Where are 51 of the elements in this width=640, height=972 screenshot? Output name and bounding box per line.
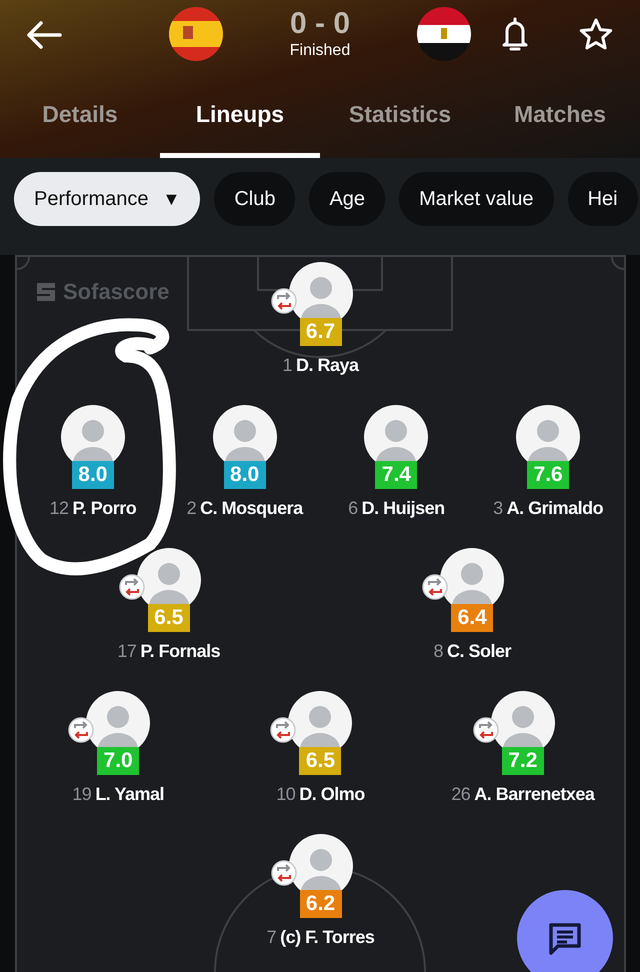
player-name: P. Porro (72, 497, 136, 519)
rating-badge: 8.0 (72, 461, 114, 489)
filter-chip[interactable]: Club (214, 172, 296, 226)
player-name: C. Soler (446, 640, 512, 662)
shirt-number: 17 (117, 640, 136, 662)
rating-badge: 7.2 (502, 747, 544, 775)
back-arrow-icon[interactable] (26, 20, 62, 50)
shirt-number: 19 (72, 783, 92, 805)
bell-icon[interactable] (501, 16, 529, 52)
shirt-number: 6 (348, 497, 358, 519)
filter-chip[interactable]: Performance ▼ (14, 172, 200, 226)
player-name: L. Yamal (95, 783, 164, 805)
rating-badge: 8.0 (224, 461, 266, 489)
match-status: Finished (290, 42, 350, 60)
shirt-number: 2 (186, 497, 196, 519)
rating-badge: 6.5 (299, 747, 342, 775)
player-name: D. Olmo (299, 783, 365, 805)
filter-chip[interactable]: Age (309, 172, 386, 226)
shirt-number: 12 (50, 497, 69, 519)
player-name: P. Fornals (140, 640, 220, 662)
rating-badge: 6.5 (148, 604, 190, 632)
tab[interactable]: Statistics (320, 70, 480, 158)
shirt-number: 1 (282, 354, 292, 376)
filter-chip[interactable]: Hei (568, 172, 638, 226)
shirt-number: 3 (493, 497, 503, 519)
shirt-number: 7 (266, 926, 276, 948)
player-name: A. Barrenetxea (474, 783, 594, 805)
player-name: D. Raya (296, 354, 359, 376)
rating-badge: 6.7 (300, 318, 342, 346)
player-name: D. Huijsen (362, 497, 445, 519)
filter-chip[interactable]: Market value (399, 172, 554, 226)
match-score: 0 - 0 (290, 6, 350, 42)
tab[interactable]: Matches (480, 70, 640, 158)
rating-badge: 6.4 (451, 604, 494, 632)
logo-icon (35, 280, 57, 302)
rating-badge: 7.6 (527, 461, 570, 489)
watermark-logo-text: Sofascore (63, 278, 170, 306)
player-name: (c) F. Torres (280, 926, 374, 948)
flag-icon (169, 7, 223, 61)
shirt-number: 10 (276, 783, 296, 805)
rating-badge: 6.2 (300, 890, 342, 918)
shirt-number: 8 (433, 640, 443, 662)
tab[interactable]: Details (0, 70, 160, 158)
shirt-number: 26 (451, 783, 470, 805)
message-icon (548, 922, 582, 956)
player-name: A. Grimaldo (506, 497, 604, 519)
rating-badge: 7.0 (97, 747, 140, 775)
player-name: C. Mosquera (200, 497, 303, 519)
rating-badge: 7.4 (375, 461, 418, 489)
star-icon[interactable] (579, 18, 613, 50)
flag-icon (417, 7, 471, 61)
